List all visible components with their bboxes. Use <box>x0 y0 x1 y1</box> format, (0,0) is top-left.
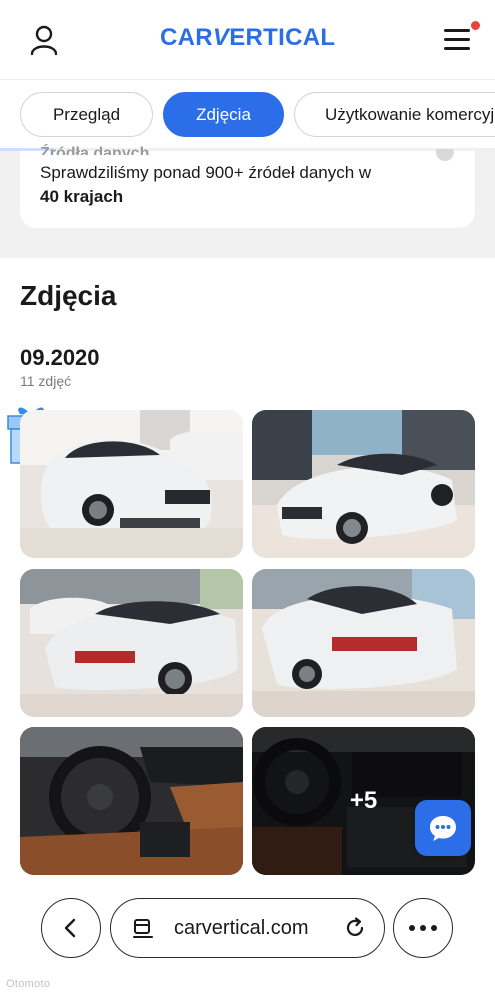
section-title: Zdjęcia <box>20 280 117 311</box>
photo-thumbnail[interactable] <box>20 727 243 875</box>
address-bar[interactable]: carvertical.com <box>110 898 385 958</box>
tab-przeglad[interactable]: Przegląd <box>20 92 153 137</box>
photos-date: 09.2020 <box>20 345 100 370</box>
chat-button[interactable] <box>415 800 471 856</box>
back-chevron-icon <box>64 918 76 938</box>
info-icon[interactable] <box>436 149 454 161</box>
notification-dot <box>471 21 480 30</box>
carvertical-logo[interactable]: CARVERTICAL <box>160 24 335 52</box>
tab-zdjecia[interactable]: Zdjęcia <box>163 92 284 137</box>
photo-thumbnail[interactable] <box>20 569 243 717</box>
url-text: carvertical.com <box>174 917 309 939</box>
top-bar: CARVERTICAL <box>0 0 495 80</box>
reload-icon[interactable] <box>343 916 367 945</box>
more-dots-icon <box>409 925 437 931</box>
more-options-button[interactable] <box>393 898 453 958</box>
card-text: Sprawdziliśmy ponad 900+ źródeł danych w <box>40 163 372 182</box>
card-text-bold: 40 krajach <box>40 187 124 206</box>
card-title: Źródła danych <box>40 145 150 155</box>
section-tabs: Przegląd Zdjęcia Użytkowanie komercyjne <box>0 80 495 150</box>
data-sources-card: Źródła danych Sprawdziliśmy ponad 900+ ź… <box>20 145 475 228</box>
back-button[interactable] <box>41 898 101 958</box>
photo-thumbnail[interactable] <box>252 569 475 717</box>
hamburger-menu-icon[interactable] <box>444 26 472 52</box>
user-icon[interactable] <box>26 22 62 58</box>
chat-bubble-icon <box>430 816 456 841</box>
tabs-icon[interactable] <box>131 917 155 946</box>
photo-thumbnail[interactable] <box>252 410 475 558</box>
photos-count: 11 zdjęć <box>20 373 72 389</box>
watermark: Otomoto <box>6 978 51 990</box>
photo-thumbnail[interactable] <box>20 410 243 558</box>
tab-uzytkowanie-komercyjne[interactable]: Użytkowanie komercyjne <box>294 92 495 137</box>
